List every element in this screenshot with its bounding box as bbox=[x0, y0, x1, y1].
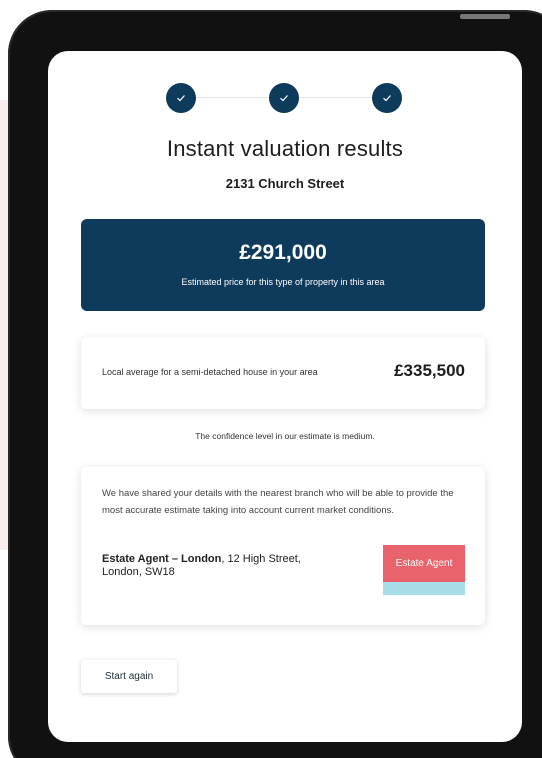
check-icon bbox=[177, 95, 185, 102]
agent-logo-text: Estate Agent bbox=[383, 545, 465, 582]
progress-stepper bbox=[166, 83, 402, 113]
check-icon bbox=[383, 95, 391, 102]
confidence-note: The confidence level in our estimate is … bbox=[195, 431, 375, 441]
local-average-price: £335,500 bbox=[394, 361, 465, 380]
estimated-price: £291,000 bbox=[239, 241, 327, 264]
check-icon bbox=[280, 95, 288, 102]
agent-address: Estate Agent – London, 12 High Street, L… bbox=[102, 553, 342, 579]
page-title: Instant valuation results bbox=[166, 136, 404, 161]
tablet-side-button bbox=[460, 14, 510, 19]
local-average-card: Local average for a semi-detached house … bbox=[81, 337, 485, 409]
property-address: 2131 Church Street bbox=[225, 176, 345, 191]
agent-card: We have shared your details with the nea… bbox=[81, 467, 485, 625]
estimated-price-description: Estimated price for this type of propert… bbox=[181, 277, 385, 287]
tablet-screen: Instant valuation results 2131 Church St… bbox=[48, 51, 522, 742]
agent-address-line2: London, SW18 bbox=[102, 566, 175, 578]
agent-address-line1: , 12 High Street, bbox=[221, 553, 301, 565]
tablet-frame: Instant valuation results 2131 Church St… bbox=[8, 10, 542, 758]
agent-name: Estate Agent – London bbox=[102, 553, 222, 565]
step-3-complete bbox=[372, 83, 402, 113]
estimate-card: £291,000 Estimated price for this type o… bbox=[81, 219, 485, 311]
step-2-complete bbox=[269, 83, 299, 113]
step-1-complete bbox=[166, 83, 196, 113]
local-average-description: Local average for a semi-detached house … bbox=[102, 367, 318, 377]
agent-logo-stripe bbox=[383, 582, 465, 595]
start-again-button[interactable]: Start again bbox=[81, 660, 177, 693]
agent-message: We have shared your details with the nea… bbox=[102, 488, 454, 516]
agent-logo: Estate Agent bbox=[383, 545, 465, 595]
